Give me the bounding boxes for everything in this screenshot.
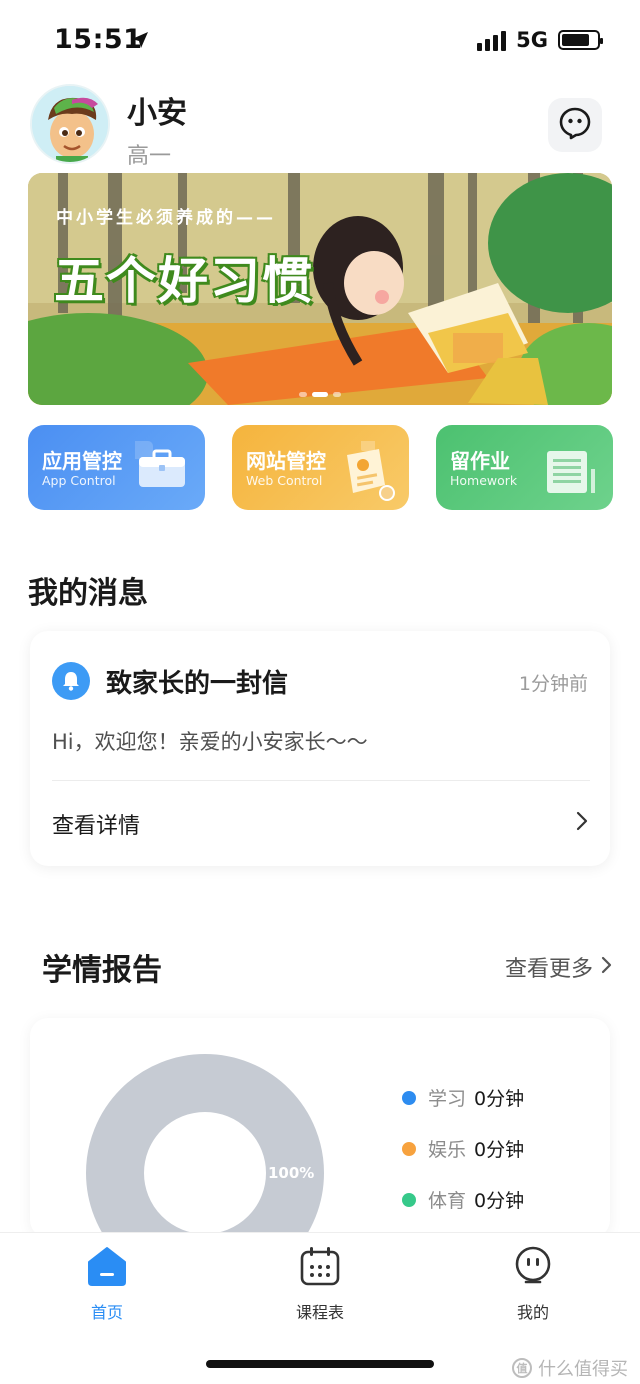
user-name: 小安 <box>127 96 187 131</box>
network-type: 5G <box>516 28 548 52</box>
legend-value: 0分钟 <box>474 1139 525 1161</box>
view-details-link[interactable]: 查看详情 <box>52 808 140 840</box>
legend-dot <box>402 1141 416 1156</box>
message-card[interactable]: 致家长的一封信 1分钟前 Hi，欢迎您！亲爱的小安家长～～ 查看详情 <box>30 631 610 866</box>
homework-subtitle: Homework <box>450 473 518 488</box>
legend-value: 0分钟 <box>474 1088 525 1110</box>
battery-icon <box>558 30 603 50</box>
banner-title: 五个好习惯 <box>54 252 314 310</box>
banner-dot-active[interactable] <box>312 392 328 397</box>
web-control-card[interactable]: 网站管控 Web Control <box>232 425 409 510</box>
calendar-icon <box>299 1245 341 1291</box>
donut-ring <box>86 1054 324 1238</box>
tab-home-label: 首页 <box>90 1303 123 1322</box>
legend-value: 0分钟 <box>474 1190 525 1212</box>
donut-percent-label: 100% <box>268 1164 315 1182</box>
home-indicator[interactable] <box>206 1360 434 1368</box>
banner-pagination[interactable] <box>299 392 341 397</box>
homework-card[interactable]: 留作业 Homework <box>436 425 613 510</box>
tab-schedule[interactable]: 课程表 <box>260 1245 380 1323</box>
tab-mine-label: 我的 <box>516 1303 549 1322</box>
notebook-icon <box>509 441 599 505</box>
app-control-title: 应用管控 <box>42 449 122 473</box>
legend-item-study: 学习 0分钟 <box>402 1084 524 1111</box>
legend-name: 娱乐 <box>428 1139 467 1161</box>
briefcase-icon <box>127 441 191 501</box>
legend-name: 学习 <box>428 1088 467 1110</box>
watermark-text: 什么值得买 <box>538 1359 628 1380</box>
tab-mine[interactable]: 我的 <box>473 1245 593 1323</box>
profile-face-icon <box>512 1245 554 1291</box>
legend-item-entertainment: 娱乐 0分钟 <box>402 1135 524 1162</box>
divider <box>52 780 590 781</box>
chevron-right-icon[interactable] <box>576 811 588 835</box>
report-section-title: 学情报告 <box>42 953 162 988</box>
web-control-title: 网站管控 <box>246 449 326 473</box>
report-card: 100% 学习 0分钟 娱乐 0分钟 体育 0分钟 <box>30 1018 610 1238</box>
tab-bar: 首页 课程表 我的 值 什么值得买 <box>0 1232 640 1384</box>
bell-icon <box>52 662 90 700</box>
watermark-badge: 值 <box>512 1358 532 1378</box>
watermark: 值 什么值得买 <box>512 1355 628 1381</box>
legend-name: 体育 <box>428 1190 467 1212</box>
legend-dot <box>402 1192 416 1207</box>
message-time: 1分钟前 <box>518 673 588 695</box>
message-title: 致家长的一封信 <box>106 669 289 699</box>
message-body: Hi，欢迎您！亲爱的小安家长～～ <box>52 730 368 754</box>
web-control-subtitle: Web Control <box>246 473 323 488</box>
app-control-subtitle: App Control <box>42 473 116 488</box>
certificate-icon <box>339 437 395 505</box>
donut-chart <box>86 1054 324 1238</box>
chat-button[interactable] <box>548 98 602 152</box>
avatar[interactable] <box>30 84 110 164</box>
user-grade: 高一 <box>127 144 172 169</box>
promo-banner[interactable]: 中小学生必须养成的—— 五个好习惯 <box>28 173 612 405</box>
view-more-label: 查看更多 <box>504 957 593 982</box>
banner-subtitle: 中小学生必须养成的—— <box>56 208 276 228</box>
signal-icon <box>477 29 507 51</box>
status-bar: 15:51 5G <box>0 0 640 84</box>
banner-dot[interactable] <box>299 392 307 397</box>
banner-dot[interactable] <box>333 392 341 397</box>
chat-face-icon <box>558 106 592 144</box>
status-indicators: 5G <box>477 28 603 52</box>
tab-schedule-label: 课程表 <box>295 1303 344 1322</box>
tab-home[interactable]: 首页 <box>47 1245 167 1323</box>
view-more-link[interactable]: 查看更多 <box>505 951 612 983</box>
home-icon <box>86 1245 128 1291</box>
legend-dot <box>402 1090 416 1105</box>
homework-title: 留作业 <box>450 449 510 473</box>
chevron-right-icon <box>601 955 612 980</box>
messages-section-title: 我的消息 <box>28 576 148 611</box>
location-arrow-icon <box>130 30 150 54</box>
battery-level <box>562 34 590 46</box>
app-control-card[interactable]: 应用管控 App Control <box>28 425 205 510</box>
legend-item-sports: 体育 0分钟 <box>402 1186 524 1213</box>
